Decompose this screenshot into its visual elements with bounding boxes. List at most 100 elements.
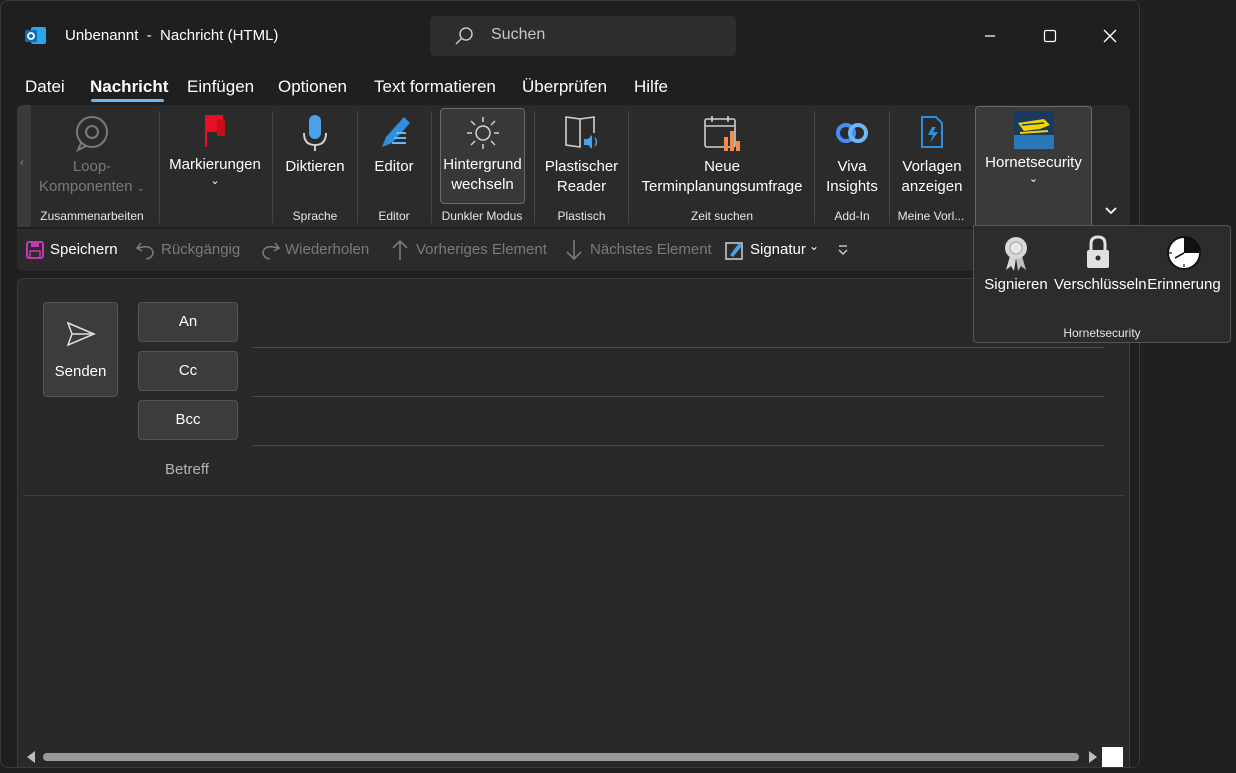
- hornetsecurity-dropdown-panel: Signieren Verschlüsseln Erinnerung Horne…: [973, 225, 1231, 343]
- certificate-badge-icon: [1005, 237, 1027, 271]
- hintergrund-wechseln-button[interactable]: Hintergrund wechseln: [440, 115, 525, 195]
- markierungen-button[interactable]: Markierungen ⌄: [165, 111, 265, 187]
- separator: [357, 111, 358, 223]
- cc-button[interactable]: Cc: [138, 351, 238, 391]
- plastischer-label-1: Plastischer: [544, 158, 619, 175]
- vorlagen-label-1: Vorlagen: [902, 158, 962, 175]
- tab-einfuegen[interactable]: Einfügen: [187, 77, 254, 97]
- vorlagen-anzeigen-button[interactable]: Vorlagen anzeigen: [895, 113, 969, 197]
- viva-label-2: Insights: [826, 178, 878, 195]
- umfrage-label-1: Neue: [704, 158, 740, 175]
- hornetsecurity-logo-icon: [1013, 111, 1054, 149]
- loop-label-1: Loop-: [72, 158, 112, 175]
- tab-ueberpruefen[interactable]: Überprüfen: [522, 77, 607, 97]
- plastischer-reader-button[interactable]: Plastischer Reader: [539, 113, 624, 197]
- sign-button[interactable]: Signieren: [980, 234, 1052, 293]
- send-label: Senden: [54, 363, 107, 380]
- encrypt-label: Verschlüsseln: [1054, 276, 1147, 293]
- customize-toolbar-icon[interactable]: [837, 244, 849, 256]
- group-plastisch: Plastisch: [557, 209, 606, 223]
- maximize-icon[interactable]: [1035, 21, 1065, 51]
- ribbon-expand-chevron-icon[interactable]: [1103, 203, 1119, 219]
- previous-item-button[interactable]: Vorheriges Element: [416, 241, 547, 258]
- chevron-down-icon: ⌄: [809, 239, 820, 253]
- arrow-down-icon: [566, 240, 582, 261]
- save-icon: [26, 241, 44, 259]
- to-button[interactable]: An: [138, 302, 238, 342]
- scroll-right-arrow-icon[interactable]: [1089, 751, 1097, 763]
- redo-button[interactable]: Wiederholen: [285, 241, 369, 258]
- send-button[interactable]: Senden: [43, 302, 118, 397]
- next-item-button[interactable]: Nächstes Element: [590, 241, 712, 258]
- close-icon[interactable]: [1095, 21, 1125, 51]
- tab-nachricht[interactable]: Nachricht: [90, 77, 168, 97]
- cc-field[interactable]: [253, 396, 1104, 397]
- title-bar: Unbenannt - Nachricht (HTML) Suchen: [1, 1, 1139, 69]
- editor-label: Editor: [374, 158, 414, 175]
- diktieren-button[interactable]: Diktieren: [279, 113, 351, 177]
- save-button[interactable]: Speichern: [50, 241, 118, 258]
- viva-insights-button[interactable]: Viva Insights: [819, 113, 885, 197]
- markierungen-label: Markierungen: [169, 156, 261, 173]
- group-editor: Editor: [378, 209, 410, 223]
- reminder-button[interactable]: Erinnerung: [1146, 234, 1222, 293]
- separator: [628, 111, 629, 223]
- tab-hilfe[interactable]: Hilfe: [634, 77, 668, 97]
- redo-icon: [262, 242, 281, 260]
- microphone-icon: [303, 115, 327, 151]
- group-zusammenarbeiten: Zusammenarbeiten: [40, 209, 144, 223]
- separator: [814, 111, 815, 223]
- outlook-icon: [25, 27, 46, 44]
- loop-icon: [76, 116, 108, 153]
- chevron-down-icon: ⌄: [136, 183, 145, 194]
- send-icon: [66, 321, 96, 347]
- horizontal-scrollbar[interactable]: [23, 749, 1101, 765]
- search-placeholder: Suchen: [491, 26, 546, 43]
- bcc-field[interactable]: [253, 445, 1104, 446]
- undo-button[interactable]: Rückgängig: [161, 241, 240, 258]
- tab-datei[interactable]: Datei: [25, 77, 65, 97]
- menu-bar: Datei Nachricht Einfügen Optionen Text f…: [1, 73, 1139, 103]
- sun-icon: [466, 117, 499, 149]
- separator: [159, 111, 160, 223]
- undo-icon: [135, 242, 154, 260]
- lock-icon: [1087, 235, 1109, 268]
- loop-components-button[interactable]: Loop- Komponenten ⌄: [31, 113, 153, 199]
- hintergrund-label-2: wechseln: [451, 176, 514, 193]
- to-field[interactable]: [253, 347, 1104, 348]
- encrypt-button[interactable]: Verschlüsseln: [1054, 234, 1147, 293]
- diktieren-label: Diktieren: [285, 158, 345, 175]
- message-body[interactable]: [23, 497, 1124, 745]
- active-tab-indicator: [91, 99, 164, 102]
- terminplanungsumfrage-button[interactable]: Neue Terminplanungsumfrage: [635, 113, 809, 197]
- editor-button[interactable]: Editor: [363, 113, 425, 177]
- reminder-label: Erinnerung: [1147, 276, 1221, 293]
- separator: [534, 111, 535, 223]
- hornetsecurity-button[interactable]: Hornetsecurity ⌄: [977, 111, 1090, 185]
- scrollbar-thumb[interactable]: [43, 753, 1079, 761]
- group-add-in: Add-In: [834, 209, 870, 223]
- arrow-up-icon: [392, 239, 408, 260]
- group-hornetsecurity: Hornetsecurity: [1063, 326, 1141, 340]
- minimize-icon[interactable]: [975, 21, 1005, 51]
- bcc-button[interactable]: Bcc: [138, 400, 238, 440]
- chevron-down-icon: ⌄: [1028, 173, 1039, 185]
- separator: [889, 111, 890, 223]
- separator: [431, 111, 432, 223]
- separator: [272, 111, 273, 223]
- hintergrund-label-1: Hintergrund: [443, 156, 522, 173]
- scroll-left-arrow-icon[interactable]: [27, 751, 35, 763]
- chevron-down-icon: ⌄: [210, 175, 220, 187]
- tab-optionen[interactable]: Optionen: [278, 77, 347, 97]
- ribbon-scroll-left[interactable]: ‹: [17, 105, 31, 227]
- calendar-poll-icon: [704, 116, 740, 151]
- outlook-message-window: Unbenannt - Nachricht (HTML) Suchen Date…: [0, 0, 1140, 768]
- tab-text-formatieren[interactable]: Text formatieren: [374, 77, 496, 97]
- signature-button[interactable]: Signatur: [750, 241, 806, 258]
- viva-label-1: Viva: [837, 158, 867, 175]
- chevron-left-icon: ‹: [20, 157, 24, 169]
- immersive-reader-icon: [564, 116, 597, 149]
- search-box[interactable]: Suchen: [430, 16, 736, 56]
- group-meine-vorlagen: Meine Vorl...: [897, 209, 965, 223]
- group-zeit-suchen: Zeit suchen: [690, 209, 754, 223]
